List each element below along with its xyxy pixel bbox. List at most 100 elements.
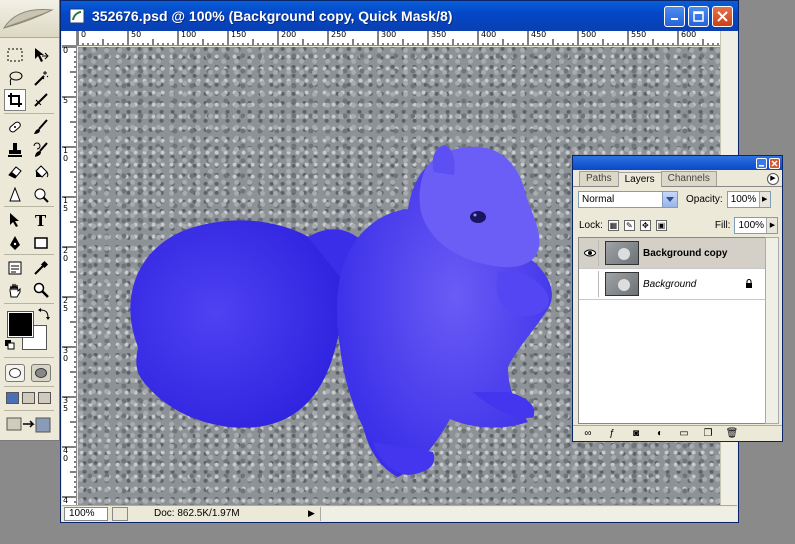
zoom-level-field[interactable]: 100% — [64, 506, 108, 521]
standard-mode-button[interactable] — [5, 364, 25, 382]
brush-tool-icon[interactable] — [30, 116, 52, 138]
lock-position-icon[interactable]: ✥ — [639, 220, 651, 231]
ruler-h-label: 0 — [81, 31, 87, 39]
lock-label: Lock: — [579, 220, 603, 231]
layer-visibility-toggle[interactable] — [581, 240, 599, 266]
delete-layer-icon[interactable]: 🗑 — [725, 428, 739, 440]
status-menu-arrow-icon[interactable]: ▶ — [308, 508, 320, 519]
path-selection-tool-icon[interactable] — [4, 209, 26, 231]
slice-tool-icon[interactable] — [30, 89, 52, 111]
hand-tool-icon[interactable] — [4, 279, 26, 301]
ruler-h-label: 150 — [231, 31, 247, 39]
layer-style-icon[interactable]: ƒ — [605, 428, 619, 440]
notes-tool-icon[interactable] — [4, 257, 26, 279]
ruler-v-label: 2 5 — [63, 296, 69, 313]
horizontal-ruler[interactable]: 0 50 100 150 200 250 300 350 400 450 500… — [77, 31, 720, 46]
crop-tool-icon[interactable] — [4, 89, 26, 111]
dodge-tool-icon[interactable] — [30, 184, 52, 206]
fill-field[interactable]: 100% ▶ — [734, 217, 779, 234]
type-tool-icon[interactable]: T — [30, 209, 52, 231]
toolbox-separator — [4, 254, 54, 255]
ruler-h-label: 200 — [281, 31, 297, 39]
squirrel-tail-mask — [130, 220, 344, 428]
toolbox-separator — [4, 113, 54, 114]
opacity-value: 100% — [730, 194, 757, 205]
blend-mode-select[interactable]: Normal — [578, 191, 678, 208]
ruler-h-label: 250 — [331, 31, 347, 39]
clone-stamp-tool-icon[interactable] — [4, 139, 26, 161]
lock-image-pixels-icon[interactable]: ✎ — [623, 220, 635, 231]
adjustment-layer-icon[interactable]: ◐ — [653, 428, 667, 440]
minimize-button[interactable] — [664, 5, 685, 27]
full-screen-mode-button[interactable] — [38, 392, 51, 404]
lock-all-icon[interactable]: ▣ — [655, 220, 667, 231]
new-layer-icon[interactable]: ❐ — [701, 428, 715, 440]
layer-name[interactable]: Background — [643, 279, 696, 290]
document-titlebar[interactable]: 352676.psd @ 100% (Background copy, Quic… — [61, 1, 738, 31]
palette-close-button[interactable] — [769, 157, 780, 169]
quick-mask-mode-button[interactable] — [31, 364, 51, 382]
blend-mode-value: Normal — [582, 194, 615, 205]
palette-minimize-button[interactable] — [756, 157, 767, 169]
tab-channels[interactable]: Channels — [660, 171, 717, 186]
lock-transparent-pixels-icon[interactable]: ▦ — [607, 220, 619, 231]
zoom-tool-icon[interactable] — [30, 279, 52, 301]
tab-paths[interactable]: Paths — [579, 171, 619, 186]
layer-name[interactable]: Background copy — [643, 248, 727, 259]
full-screen-menu-mode-button[interactable] — [22, 392, 35, 404]
move-tool-icon[interactable] — [30, 44, 52, 66]
quick-mask-icon — [35, 368, 47, 378]
eyedropper-tool-icon[interactable] — [30, 257, 52, 279]
ruler-h-label: 50 — [131, 31, 142, 39]
opacity-field[interactable]: 100% ▶ — [726, 191, 771, 208]
magic-wand-tool-icon[interactable] — [30, 67, 52, 89]
fill-slider-arrow-icon[interactable]: ▶ — [766, 218, 778, 233]
maximize-button[interactable] — [688, 5, 709, 27]
history-brush-tool-icon[interactable] — [30, 139, 52, 161]
ruler-h-label: 100 — [181, 31, 197, 39]
palette-menu-icon[interactable]: ▶ — [767, 173, 779, 185]
ruler-h-label: 500 — [581, 31, 597, 39]
link-layers-icon[interactable]: ∞ — [581, 428, 595, 440]
layers-palette-titlebar[interactable] — [573, 156, 782, 170]
swap-colors-icon[interactable] — [38, 308, 50, 320]
eraser-tool-icon[interactable] — [4, 161, 26, 183]
svg-text:T: T — [35, 212, 47, 228]
toolbox-separator — [4, 303, 54, 304]
ruler-origin[interactable] — [62, 31, 77, 46]
layer-thumbnail — [605, 241, 639, 265]
toolbox-separator — [4, 410, 54, 411]
ruler-h-label: 450 — [531, 31, 547, 39]
tab-layers[interactable]: Layers — [617, 172, 662, 187]
ruler-v-label: 3 0 — [63, 346, 69, 363]
healing-brush-tool-icon[interactable] — [4, 116, 26, 138]
default-colors-icon[interactable] — [5, 340, 15, 350]
vertical-ruler[interactable]: 0 5 1 0 1 5 2 0 2 5 3 0 3 5 4 0 4 — [62, 46, 77, 507]
layer-visibility-toggle[interactable] — [581, 271, 599, 297]
close-button[interactable] — [712, 5, 733, 27]
add-mask-icon[interactable]: ◙ — [629, 428, 643, 440]
document-horizontal-scrollbar[interactable] — [320, 506, 737, 521]
standard-screen-mode-button[interactable] — [6, 392, 19, 404]
foreground-color-swatch[interactable] — [7, 311, 34, 338]
photoshop-document-icon — [69, 8, 85, 24]
opacity-slider-arrow-icon[interactable]: ▶ — [758, 192, 770, 207]
layer-row-background[interactable]: Background — [579, 269, 765, 300]
palette-tabs: Paths Layers Channels ▶ — [573, 170, 782, 187]
opacity-label: Opacity: — [686, 194, 723, 205]
jump-to-imageready-icon[interactable] — [6, 416, 54, 434]
status-info-icon[interactable] — [112, 506, 128, 521]
new-group-icon[interactable]: ▭ — [677, 428, 691, 440]
layers-scrollbar[interactable] — [765, 237, 779, 424]
sharpen-tool-icon[interactable] — [4, 184, 26, 206]
ruler-v-label: 3 5 — [63, 396, 69, 413]
marquee-tool-icon[interactable] — [4, 44, 26, 66]
layer-row-background-copy[interactable]: Background copy — [579, 238, 765, 269]
paint-bucket-tool-icon[interactable] — [30, 161, 52, 183]
fill-label: Fill: — [714, 220, 731, 231]
pen-tool-icon[interactable] — [4, 232, 26, 254]
minimize-icon — [759, 164, 764, 166]
rectangle-tool-icon[interactable] — [30, 232, 52, 254]
lasso-tool-icon[interactable] — [4, 67, 26, 89]
standard-mode-icon — [9, 368, 21, 378]
